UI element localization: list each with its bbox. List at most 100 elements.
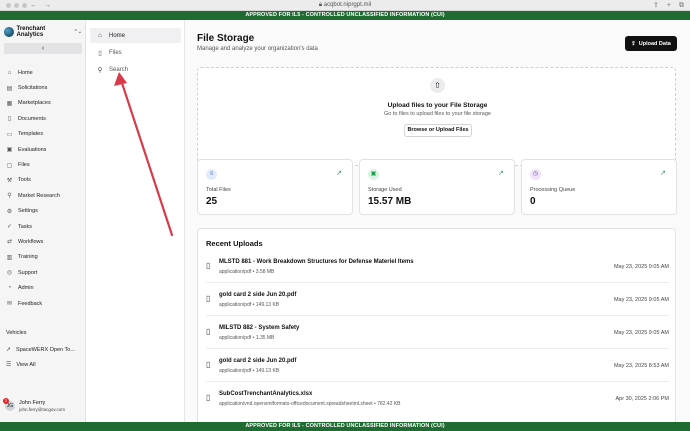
file-icon: ▯ — [206, 393, 211, 402]
stat-value: 0 — [530, 196, 536, 207]
file-date: May 23, 2025 9:05 AM — [613, 297, 669, 303]
search-icon: ⚲ — [97, 66, 103, 74]
user-email: john.ferry@tacgov.com — [19, 406, 66, 412]
sidebar-item-solicitations[interactable]: ▤ Solicitations — [6, 80, 82, 95]
classification-banner-bottom: APPROVED FOR IL5 - CONTROLLED UNCLASSIFI… — [0, 422, 690, 431]
upload-data-button[interactable]: ⇪ Upload Data — [625, 36, 677, 51]
subnav-item-search[interactable]: ⚲ Search — [90, 62, 181, 77]
sidebar-item-marketplaces[interactable]: ▦ Marketplaces — [6, 96, 82, 111]
share-icon[interactable]: ⇪ — [653, 0, 659, 11]
file-icon: ▯ — [206, 327, 211, 336]
sidebar-item-support[interactable]: ◎ Support — [6, 265, 82, 280]
collapse-sidebar-button[interactable]: ‹ — [4, 43, 82, 54]
file-meta: application/pdf • 149.13 KB — [219, 302, 280, 308]
file-meta: application/pdf • 149.13 KB — [219, 368, 280, 374]
sidebar-item-home[interactable]: ⌂ Home — [6, 65, 82, 80]
stat-value: 25 — [206, 196, 218, 207]
file-date: May 23, 2025 9:05 AM — [613, 264, 669, 270]
file-name: gold card 2 side Jun 20.pdf — [219, 358, 297, 364]
upload-icon: ⇪ — [631, 40, 636, 47]
list-item[interactable]: ▯ SubCostTrenchantAnalytics.xlsx applica… — [206, 387, 669, 415]
gear-icon: ⚙ — [6, 208, 13, 215]
file-date: Apr 30, 2025 2:06 PM — [615, 396, 669, 402]
home-icon: ⌂ — [98, 32, 102, 39]
page-subtitle: Manage and analyze your organization's d… — [197, 46, 318, 52]
file-meta: application/pdf • 1.35 MB — [219, 335, 275, 341]
sidebar-item-view-all[interactable]: ☰ View All — [6, 361, 82, 369]
flow-icon: ⇄ — [6, 239, 13, 246]
hard-drive-icon: ▣ — [368, 169, 379, 180]
recent-uploads-panel: Recent Uploads ▯ MLSTD 881 - Work Breakd… — [197, 228, 676, 428]
clipboard-icon: ▣ — [6, 147, 13, 154]
list-item[interactable]: ▯ MLSTD 881 - Work Breakdown Structures … — [206, 255, 669, 283]
check-icon: ✓ — [6, 224, 13, 231]
file-name: gold card 2 side Jun 20.pdf — [219, 292, 297, 298]
upload-icon: ⇧ — [430, 78, 445, 93]
file-icon: ▯ — [206, 294, 211, 303]
org-logo-icon — [4, 27, 14, 37]
dropzone-title: Upload files to your File Storage — [387, 102, 488, 109]
browser-toolbar: ← → 🔒︎ acqbot.niprgpt.mil ⇪ + ⧉ — [0, 0, 690, 11]
file-icon: ▯ — [7, 116, 12, 123]
subnav-item-home[interactable]: ⌂ Home — [90, 28, 181, 43]
file-meta: application/pdf • 3.58 MB — [219, 269, 275, 275]
file-date: May 23, 2025 9:05 AM — [613, 330, 669, 336]
list-item[interactable]: ▯ gold card 2 side Jun 20.pdf applicatio… — [206, 354, 669, 382]
file-date: May 23, 2025 8:53 AM — [613, 363, 669, 369]
new-tab-icon[interactable]: + — [667, 0, 671, 11]
file-storage-subnav: ⌂ Home ▯ Files ⚲ Search — [86, 20, 185, 422]
tabs-overview-icon[interactable]: ⧉ — [679, 0, 684, 11]
stat-card-storage-used[interactable]: ▣ ↗ Storage Used 15.57 MB — [359, 159, 515, 215]
sidebar-item-settings[interactable]: ⚙ Settings — [6, 204, 82, 219]
rocket-icon: ➚ — [6, 347, 12, 353]
upload-dropzone[interactable]: ⇧ Upload files to your File Storage Go t… — [197, 67, 676, 166]
sidebar: Trenchant Analytics ⌃⌄ ‹ ⌂ Home ▤ Solicita… — [0, 20, 86, 422]
chat-icon: ✉ — [6, 301, 13, 308]
store-icon: ▦ — [6, 100, 13, 107]
arrow-up-right-icon: ↗ — [498, 170, 504, 177]
home-icon: ⌂ — [7, 69, 12, 76]
search-icon: ⚲ — [7, 193, 12, 200]
file-icon: ▯ — [206, 261, 211, 270]
sidebar-item-tasks[interactable]: ✓ Tasks — [6, 219, 82, 234]
document-icon: ▤ — [6, 85, 13, 92]
file-icon: ▯ — [98, 49, 102, 57]
sidebar-item-feedback[interactable]: ✉ Feedback — [6, 296, 82, 311]
help-icon: ◎ — [6, 270, 13, 277]
dropzone-subtitle: Go to files to upload files to your file… — [383, 111, 491, 117]
template-icon: ▭ — [6, 131, 13, 138]
subnav-item-files[interactable]: ▯ Files — [90, 45, 181, 60]
org-switcher[interactable]: Trenchant Analytics ⌃⌄ — [4, 24, 82, 40]
sidebar-item-vehicle[interactable]: ➚ SpaceWERX Open To... — [6, 346, 82, 354]
recent-uploads-title: Recent Uploads — [206, 239, 263, 248]
sidebar-item-templates[interactable]: ▭ Templates — [6, 127, 82, 142]
classification-banner-top: APPROVED FOR IL5 - CONTROLLED UNCLASSIFI… — [0, 11, 690, 20]
sidebar-item-files[interactable]: ▢ Files — [6, 157, 82, 172]
chevron-updown-icon: ⌃⌄ — [73, 29, 82, 35]
sidebar-item-admin[interactable]: ◔ Admin — [6, 280, 82, 295]
sidebar-item-tools[interactable]: ⚒ Tools — [6, 173, 82, 188]
file-meta: application/vnd.openxmlformats-officedoc… — [219, 401, 401, 407]
folder-icon: ▢ — [6, 162, 13, 169]
list-item[interactable]: ▯ gold card 2 side Jun 20.pdf applicatio… — [206, 288, 669, 316]
sidebar-item-market-research[interactable]: ⚲ Market Research — [6, 188, 82, 203]
list-icon: ☰ — [6, 362, 12, 368]
stat-label: Total Files — [206, 187, 231, 193]
user-profile[interactable]: JG 2 John Ferry john.ferry@tacgov.com — [3, 398, 83, 413]
browse-upload-button[interactable]: Browse or Upload Files — [404, 124, 472, 137]
url-text: acqbot.niprgpt.mil — [323, 2, 372, 8]
main-content: File Storage Manage and analyze your org… — [185, 20, 690, 428]
list-item[interactable]: ▯ MILSTD 882 - System Safety application… — [206, 321, 669, 349]
sidebar-item-evaluations[interactable]: ▣ Evaluations — [6, 142, 82, 157]
user-icon: ◔ — [7, 285, 12, 292]
avatar: JG 2 — [3, 398, 15, 412]
sidebar-item-documents[interactable]: ▯ Documents — [6, 111, 82, 126]
sidebar-nav: ⌂ Home ▤ Solicitations ▦ Marketplaces ▯ Docu… — [6, 65, 82, 311]
sidebar-item-workflows[interactable]: ⇄ Workflows — [6, 234, 82, 249]
stat-card-processing-queue[interactable]: ◷ ↗ Processing Queue 0 — [521, 159, 677, 215]
address-bar[interactable]: 🔒︎ acqbot.niprgpt.mil — [0, 0, 690, 11]
wrench-icon: ⚒ — [6, 177, 13, 184]
sidebar-item-training[interactable]: ▥ Training — [6, 250, 82, 265]
arrow-up-right-icon: ↗ — [660, 170, 666, 177]
stat-card-total-files[interactable]: ≡ ↗ Total Files 25 — [197, 159, 353, 215]
